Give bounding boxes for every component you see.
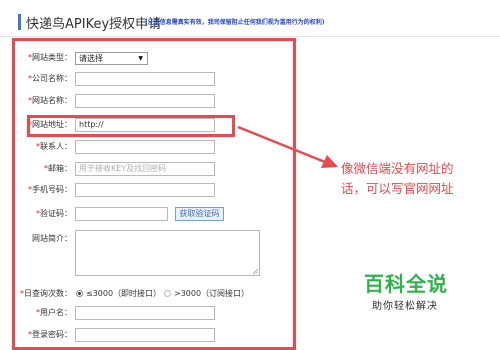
- title-accent-bar: [18, 14, 21, 30]
- annotation-line-2: 话，可以写官网网址: [341, 181, 454, 196]
- watermark-title: 百科全说: [364, 272, 448, 296]
- form-highlight-box: [12, 38, 296, 350]
- page-title: 快递鸟APIKey授权申请: [26, 17, 162, 32]
- site-url-highlight-box: [27, 115, 235, 137]
- annotation-line-1: 像微信端没有网址的: [341, 161, 454, 176]
- page-note: (注册信息需真实有效，我司保留阻止任何我们视为滥用行为的权利): [145, 19, 325, 26]
- annotation-text: 像微信端没有网址的 话，可以写官网网址: [341, 159, 491, 199]
- watermark-subtitle: 助你轻松解决: [372, 301, 438, 312]
- title-divider: [0, 36, 500, 37]
